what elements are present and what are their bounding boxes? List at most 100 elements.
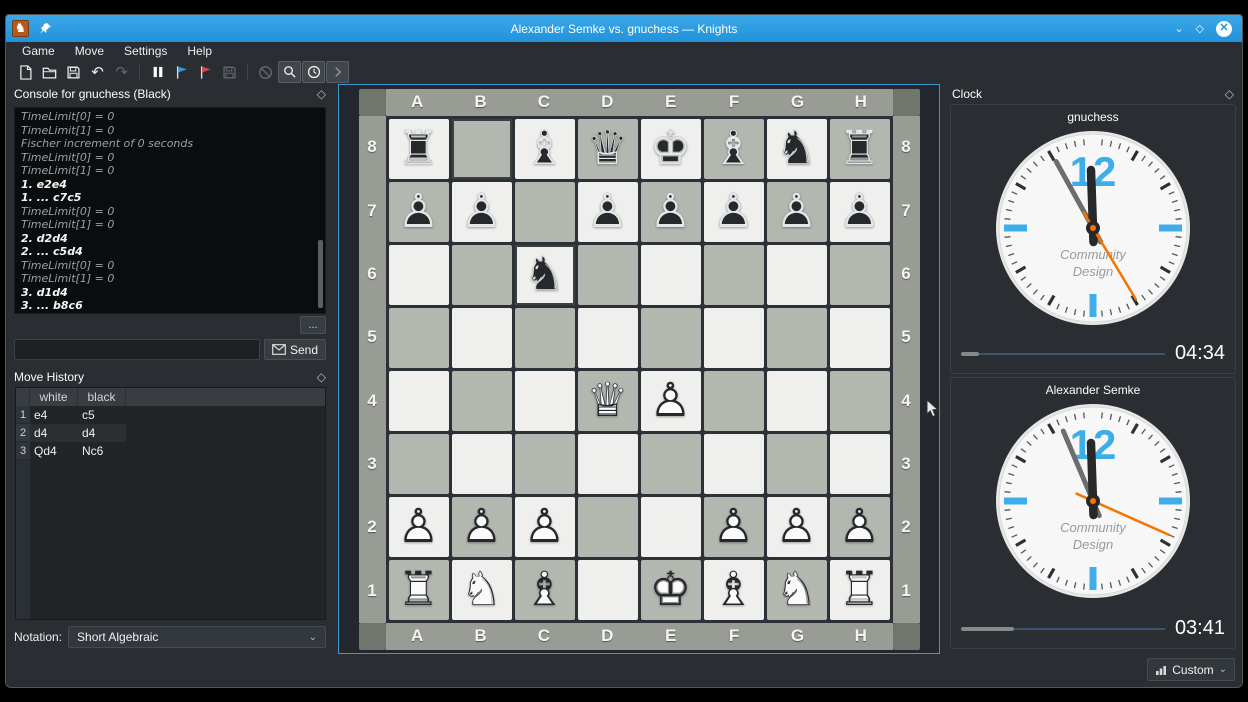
black-king[interactable]: ♚♔: [647, 123, 695, 175]
menu-game[interactable]: Game: [14, 44, 63, 58]
board-square-d2[interactable]: [578, 497, 638, 557]
board-square-h6[interactable]: [830, 245, 890, 305]
white-knight[interactable]: ♞♘: [458, 564, 506, 616]
board-square-b8[interactable]: [452, 119, 512, 179]
board-square-b2[interactable]: ♟♙: [452, 497, 512, 557]
black-pawn[interactable]: ♟♙: [710, 186, 758, 238]
black-pawn[interactable]: ♟♙: [773, 186, 821, 238]
console-toggle-button[interactable]: [326, 61, 349, 83]
console-scrollbar[interactable]: [318, 240, 323, 308]
black-knight[interactable]: ♞♘: [521, 249, 569, 301]
board-square-g5[interactable]: [767, 308, 827, 368]
board-square-c2[interactable]: ♟♙: [515, 497, 575, 557]
white-pawn[interactable]: ♟♙: [395, 501, 443, 553]
white-pawn[interactable]: ♟♙: [647, 375, 695, 427]
white-pawn[interactable]: ♟♙: [773, 501, 821, 553]
column-header-black[interactable]: black: [78, 388, 126, 406]
board-square-d4[interactable]: ♛♕: [578, 371, 638, 431]
board-square-e4[interactable]: ♟♙: [641, 371, 701, 431]
board-square-h2[interactable]: ♟♙: [830, 497, 890, 557]
board-square-f6[interactable]: [704, 245, 764, 305]
board-square-e1[interactable]: ♚♔: [641, 560, 701, 620]
maximize-diamond-icon[interactable]: ◇: [1196, 22, 1204, 35]
move-history-row[interactable]: 2d4d4: [16, 424, 325, 442]
more-button[interactable]: ...: [300, 316, 326, 334]
clock-toggle-button[interactable]: [302, 61, 325, 83]
black-move-cell[interactable]: Nc6: [78, 442, 126, 460]
white-knight[interactable]: ♞♘: [773, 564, 821, 616]
minimize-chevron-icon[interactable]: ⌄: [1174, 22, 1183, 35]
board-square-d5[interactable]: [578, 308, 638, 368]
move-history-table[interactable]: white black 1e4c52d4d43Qd4Nc6: [15, 387, 326, 620]
black-bishop[interactable]: ♝♗: [521, 123, 569, 175]
board-square-f4[interactable]: [704, 371, 764, 431]
board-square-h7[interactable]: ♟♙: [830, 182, 890, 242]
time-progress-slider[interactable]: [961, 626, 1165, 632]
board-square-h8[interactable]: ♜♖: [830, 119, 890, 179]
draw-flag-button[interactable]: [170, 61, 193, 83]
board-square-g3[interactable]: [767, 434, 827, 494]
menu-move[interactable]: Move: [67, 44, 112, 58]
board-square-e6[interactable]: [641, 245, 701, 305]
float-diamond-icon[interactable]: ◇: [1225, 87, 1234, 101]
board-square-b5[interactable]: [452, 308, 512, 368]
board-square-d3[interactable]: [578, 434, 638, 494]
board-square-c8[interactable]: ♝♗: [515, 119, 575, 179]
board-square-g4[interactable]: [767, 371, 827, 431]
board-square-c1[interactable]: ♝♗: [515, 560, 575, 620]
board-square-f8[interactable]: ♝♗: [704, 119, 764, 179]
menu-help[interactable]: Help: [179, 44, 220, 58]
white-queen[interactable]: ♛♕: [584, 375, 632, 427]
board-square-g7[interactable]: ♟♙: [767, 182, 827, 242]
board-square-a1[interactable]: ♜♖: [389, 560, 449, 620]
close-icon[interactable]: ✕: [1216, 21, 1232, 37]
menu-settings[interactable]: Settings: [116, 44, 175, 58]
board-square-e5[interactable]: [641, 308, 701, 368]
board-square-d7[interactable]: ♟♙: [578, 182, 638, 242]
move-history-row[interactable]: 3Qd4Nc6: [16, 442, 325, 460]
board-square-g8[interactable]: ♞♘: [767, 119, 827, 179]
board-square-e2[interactable]: [641, 497, 701, 557]
board-square-g6[interactable]: [767, 245, 827, 305]
board-square-a4[interactable]: [389, 371, 449, 431]
white-rook[interactable]: ♜♖: [836, 564, 884, 616]
white-rook[interactable]: ♜♖: [395, 564, 443, 616]
black-rook[interactable]: ♜♖: [395, 123, 443, 175]
open-button[interactable]: [38, 61, 61, 83]
white-bishop[interactable]: ♝♗: [710, 564, 758, 616]
board-square-f1[interactable]: ♝♗: [704, 560, 764, 620]
board-square-g2[interactable]: ♟♙: [767, 497, 827, 557]
board-square-b3[interactable]: [452, 434, 512, 494]
white-pawn[interactable]: ♟♙: [836, 501, 884, 553]
board-square-c7[interactable]: [515, 182, 575, 242]
notation-select[interactable]: Short Algebraic ⌄: [68, 626, 326, 648]
board-square-a6[interactable]: [389, 245, 449, 305]
white-move-cell[interactable]: Qd4: [30, 442, 78, 460]
white-king[interactable]: ♚♔: [647, 564, 695, 616]
board-square-a3[interactable]: [389, 434, 449, 494]
board-square-h1[interactable]: ♜♖: [830, 560, 890, 620]
board-square-h5[interactable]: [830, 308, 890, 368]
board-square-b4[interactable]: [452, 371, 512, 431]
black-pawn[interactable]: ♟♙: [647, 186, 695, 238]
redo-button[interactable]: ↷: [110, 61, 133, 83]
board-square-d1[interactable]: [578, 560, 638, 620]
console-message-input[interactable]: [14, 339, 260, 360]
new-button[interactable]: [14, 61, 37, 83]
white-pawn[interactable]: ♟♙: [521, 501, 569, 553]
time-progress-slider[interactable]: [961, 351, 1165, 357]
board-square-c5[interactable]: [515, 308, 575, 368]
white-move-cell[interactable]: d4: [30, 424, 78, 442]
board-square-h4[interactable]: [830, 371, 890, 431]
column-header-white[interactable]: white: [30, 388, 78, 406]
board-square-e3[interactable]: [641, 434, 701, 494]
send-button[interactable]: Send: [264, 339, 326, 360]
black-pawn[interactable]: ♟♙: [584, 186, 632, 238]
board-square-b6[interactable]: [452, 245, 512, 305]
board-square-f5[interactable]: [704, 308, 764, 368]
float-diamond-icon[interactable]: ◇: [317, 370, 326, 384]
board-square-a8[interactable]: ♜♖: [389, 119, 449, 179]
board-square-e8[interactable]: ♚♔: [641, 119, 701, 179]
board-square-c3[interactable]: [515, 434, 575, 494]
board-square-f2[interactable]: ♟♙: [704, 497, 764, 557]
